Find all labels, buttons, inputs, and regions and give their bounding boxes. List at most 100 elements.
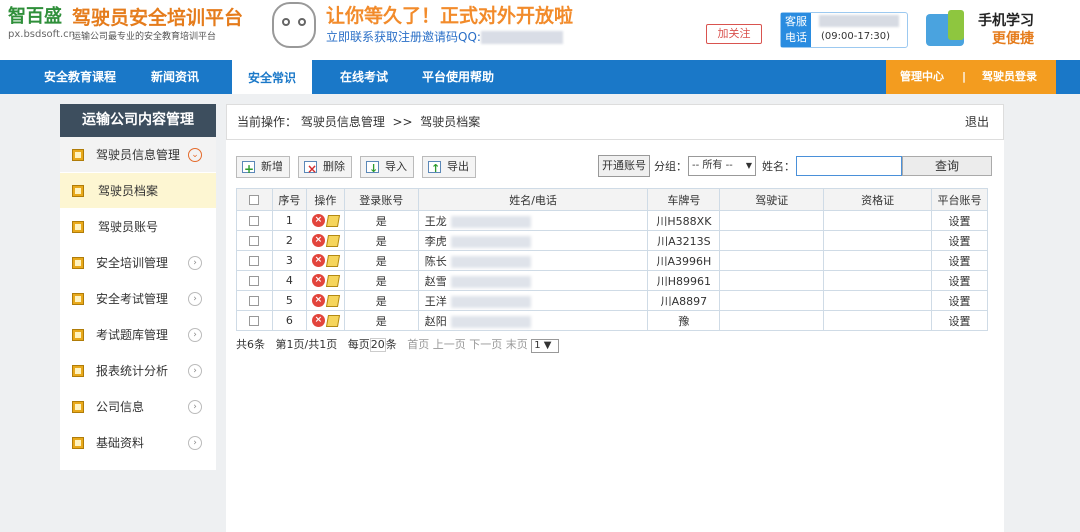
hotline-label: 客服 电话 <box>781 13 811 47</box>
hotline-label-line1: 客服 <box>785 15 807 28</box>
row-cert <box>823 310 933 331</box>
mobile-line2: 更便捷 <box>992 31 1034 47</box>
delete-row-icon[interactable]: × <box>311 294 325 308</box>
per-page-input[interactable]: 20 <box>369 338 386 352</box>
sidebar: 运输公司内容管理 驾驶员信息管理 ⌄ 驾驶员档案 驾驶员账号 安全培训管理 › … <box>60 104 216 470</box>
nav-right-group: 管理中心 | 驾驶员登录 <box>886 60 1056 94</box>
nav-item-help[interactable]: 平台使用帮助 <box>422 60 494 94</box>
delete-row-icon[interactable]: × <box>311 234 325 248</box>
delete-row-icon[interactable]: × <box>311 214 325 228</box>
sidebar-item-exam[interactable]: 安全考试管理 › <box>60 281 216 317</box>
nav-item-news[interactable]: 新闻资讯 <box>151 60 199 94</box>
nav-item-safety[interactable]: 安全常识 <box>232 60 312 94</box>
group-select[interactable]: -- 所有 -- ▼ <box>688 156 756 176</box>
delete-row-icon[interactable]: × <box>311 314 325 328</box>
main-nav: 安全教育课程 新闻资讯 安全常识 在线考试 平台使用帮助 管理中心 | 驾驶员登… <box>0 60 1080 94</box>
row-checkbox[interactable] <box>249 216 260 226</box>
pager-last[interactable]: 末页 <box>506 338 528 351</box>
row-login: 是 <box>343 250 419 271</box>
chevron-right-icon: › <box>188 364 202 378</box>
edit-row-icon[interactable] <box>325 234 340 247</box>
search-button[interactable]: 查询 <box>902 156 992 176</box>
sidebar-item-training[interactable]: 安全培训管理 › <box>60 245 216 281</box>
pager-prev[interactable]: 上一页 <box>433 338 466 351</box>
hotline-label-line2: 电话 <box>785 31 807 44</box>
driver-login-link[interactable]: 驾驶员登录 <box>982 60 1037 94</box>
driver-table: 序号 操作 登录账号 姓名/电话 车牌号 驾驶证 资格证 平台账号 1 × 是王龙川… <box>236 188 988 331</box>
pager-next[interactable]: 下一页 <box>469 338 502 351</box>
row-checkbox[interactable] <box>249 316 260 326</box>
name-search-input[interactable] <box>796 156 902 176</box>
row-select-cell <box>236 230 273 251</box>
row-account-setting[interactable]: 设置 <box>931 230 988 251</box>
row-checkbox[interactable] <box>249 236 260 246</box>
edit-row-icon[interactable] <box>325 314 340 327</box>
pager-first[interactable]: 首页 <box>407 338 429 351</box>
edit-row-icon[interactable] <box>325 274 340 287</box>
mobile-learning-link[interactable]: 手机学习 更便捷 <box>978 12 1034 48</box>
page-select[interactable]: 1 ▼ <box>531 339 560 353</box>
weibo-follow-button[interactable]: 加关注 <box>706 24 762 44</box>
sidebar-item-driver-archive[interactable]: 驾驶员档案 <box>60 173 216 209</box>
site-tagline: 运输公司最专业的安全教育培训平台 <box>72 32 217 42</box>
row-license <box>719 250 825 271</box>
brand-logo[interactable]: 智百盛 px.bsdsoft.cn <box>8 6 75 42</box>
row-name: 王洋 <box>424 294 447 308</box>
logout-link[interactable]: 退出 <box>965 105 989 139</box>
import-button[interactable]: 导入 <box>360 156 414 179</box>
row-account-setting[interactable]: 设置 <box>931 210 988 231</box>
import-icon <box>366 159 379 179</box>
add-icon <box>242 159 255 179</box>
row-no: 3 <box>271 250 307 271</box>
select-all-checkbox[interactable] <box>249 195 260 205</box>
promo-banner[interactable]: 让你等久了！正式对外开放啦 立即联系获取注册邀请码QQ: <box>326 4 573 46</box>
delete-row-icon[interactable]: × <box>311 254 325 268</box>
breadcrumb-level1[interactable]: 驾驶员信息管理 <box>301 115 385 129</box>
sidebar-item-driver-info[interactable]: 驾驶员信息管理 ⌄ <box>60 137 216 173</box>
folder-icon <box>72 293 84 305</box>
admin-center-link[interactable]: 管理中心 <box>900 60 944 94</box>
folder-icon <box>72 221 84 233</box>
brand-domain: px.bsdsoft.cn <box>8 29 75 40</box>
chevron-right-icon: › <box>188 328 202 342</box>
edit-row-icon[interactable] <box>325 214 340 227</box>
sidebar-item-question-bank[interactable]: 考试题库管理 › <box>60 317 216 353</box>
edit-row-icon[interactable] <box>325 294 340 307</box>
row-cert <box>823 270 933 291</box>
folder-icon <box>72 365 84 377</box>
row-name: 赵阳 <box>424 314 447 328</box>
row-checkbox[interactable] <box>249 256 260 266</box>
row-account-setting[interactable]: 设置 <box>931 270 988 291</box>
promo-subline: 立即联系获取注册邀请码QQ: <box>326 28 573 46</box>
table-row: 1 × 是王龙 川H588XK 设置 <box>236 210 988 231</box>
pager-page-info: 第1页/共1页 <box>275 338 338 351</box>
row-license <box>719 290 825 311</box>
open-account-button[interactable]: 开通账号 <box>598 155 650 177</box>
redacted-phone <box>450 295 531 308</box>
nav-item-exam[interactable]: 在线考试 <box>340 60 388 94</box>
sidebar-item-driver-account[interactable]: 驾驶员账号 <box>60 209 216 245</box>
row-cert <box>823 250 933 271</box>
row-select-cell <box>236 250 273 271</box>
redacted-phone <box>450 315 531 328</box>
row-checkbox[interactable] <box>249 276 260 286</box>
export-button[interactable]: 导出 <box>422 156 476 179</box>
sidebar-item-company[interactable]: 公司信息 › <box>60 389 216 425</box>
row-account-setting[interactable]: 设置 <box>931 290 988 311</box>
row-checkbox[interactable] <box>249 296 260 306</box>
sidebar-item-label: 公司信息 <box>96 400 145 414</box>
edit-row-icon[interactable] <box>325 254 340 267</box>
hotline-hours: (09:00-17:30) <box>821 31 891 42</box>
add-button[interactable]: 新增 <box>236 156 290 179</box>
col-header-plate: 车牌号 <box>647 188 721 211</box>
sidebar-item-basic-data[interactable]: 基础资料 › <box>60 425 216 461</box>
delete-button[interactable]: 删除 <box>298 156 352 179</box>
row-plate: 川H588XK <box>647 210 721 231</box>
row-account-setting[interactable]: 设置 <box>931 250 988 271</box>
row-actions: × <box>305 250 345 271</box>
row-account-setting[interactable]: 设置 <box>931 310 988 331</box>
nav-item-courses[interactable]: 安全教育课程 <box>44 60 116 94</box>
sidebar-item-reports[interactable]: 报表统计分析 › <box>60 353 216 389</box>
delete-row-icon[interactable]: × <box>311 274 325 288</box>
group-label: 分组： <box>654 160 687 173</box>
